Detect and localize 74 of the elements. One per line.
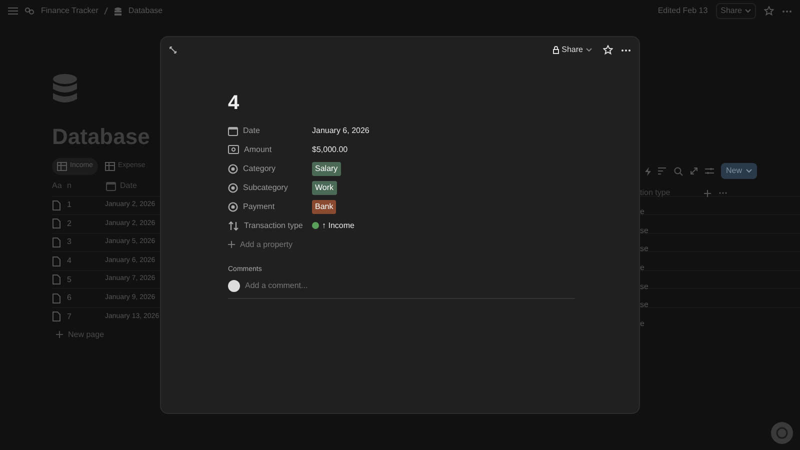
chevron-down-icon xyxy=(746,169,752,173)
add-column-icon[interactable] xyxy=(704,190,712,196)
page-icon xyxy=(52,292,61,304)
table-cell[interactable]: 5 xyxy=(67,274,105,286)
table-cell[interactable]: 4 xyxy=(67,255,105,268)
table-cell: e xyxy=(640,318,644,330)
property-value[interactable]: January 6, 2026 xyxy=(312,124,370,136)
share-button[interactable]: Share xyxy=(550,44,595,56)
select-tag[interactable]: Work xyxy=(312,180,337,194)
sort-icon[interactable] xyxy=(658,167,667,175)
star-icon[interactable] xyxy=(764,6,774,16)
help-button[interactable] xyxy=(771,422,793,444)
circle-icon xyxy=(228,182,238,192)
chevron-down-icon xyxy=(586,48,592,52)
page-icon xyxy=(52,311,61,322)
breadcrumb-link[interactable]: Finance Tracker xyxy=(41,5,98,17)
page-icon xyxy=(52,256,61,267)
chevron-down-icon xyxy=(745,9,751,13)
new-page-button[interactable]: New page xyxy=(52,326,104,344)
table-cell: e xyxy=(640,206,644,218)
database-icon xyxy=(114,6,122,16)
select-tag[interactable]: Salary xyxy=(312,162,341,176)
property-label[interactable]: Subcategory xyxy=(243,182,288,194)
menu-icon[interactable] xyxy=(8,7,18,15)
collapse-icon[interactable] xyxy=(169,46,177,54)
slash-separator-icon xyxy=(104,7,108,15)
page-icon xyxy=(52,274,61,286)
table-cell[interactable]: 2 xyxy=(67,218,105,230)
table-cell: se xyxy=(640,224,648,237)
plus-icon xyxy=(56,331,63,338)
people-icon xyxy=(24,6,35,16)
more-icon[interactable] xyxy=(621,48,631,52)
table-cell[interactable]: 1 xyxy=(67,199,105,212)
circle-icon xyxy=(228,202,238,212)
banknote-icon xyxy=(228,145,239,154)
breadcrumb-link[interactable]: Database xyxy=(128,5,163,17)
plus-icon xyxy=(228,241,235,248)
up-down-arrows-icon xyxy=(228,220,239,230)
property-label[interactable]: Category xyxy=(243,162,276,174)
property-label[interactable]: Amount xyxy=(244,144,272,156)
calendar-icon xyxy=(228,126,238,136)
table-cell: se xyxy=(640,243,648,256)
add-property-button[interactable]: Add a property xyxy=(228,235,575,254)
table-cell: e xyxy=(640,262,644,274)
sliders-icon[interactable] xyxy=(705,167,714,175)
table-cell: se xyxy=(640,280,648,293)
avatar xyxy=(228,280,240,292)
comment-field[interactable]: Add a comment... xyxy=(245,280,575,292)
database-icon xyxy=(52,74,78,104)
table-cell[interactable]: 3 xyxy=(67,236,105,248)
calendar-icon xyxy=(106,181,116,191)
circle-icon xyxy=(228,164,238,174)
property-value[interactable]: ↑ Income xyxy=(322,220,354,232)
lightning-icon[interactable] xyxy=(645,166,651,176)
select-tag[interactable]: Bank xyxy=(312,200,336,214)
expand-icon[interactable] xyxy=(690,167,698,175)
table-icon xyxy=(104,162,115,171)
table-cell[interactable]: 7 xyxy=(67,310,105,323)
page-icon xyxy=(52,236,61,248)
lock-icon xyxy=(552,46,559,54)
table-cell[interactable]: 6 xyxy=(67,292,105,304)
search-icon[interactable] xyxy=(674,166,683,176)
page-title: 4 xyxy=(228,93,240,113)
property-label[interactable]: Transaction type xyxy=(244,220,303,232)
page-icon xyxy=(52,218,61,230)
page-icon xyxy=(52,200,61,211)
table-cell: se xyxy=(640,299,648,312)
share-button[interactable]: Share xyxy=(716,3,756,19)
property-value[interactable]: $5,000.00 xyxy=(312,144,348,156)
edited-timestamp: Edited Feb 13 xyxy=(658,5,708,17)
new-button[interactable]: New xyxy=(721,163,758,179)
property-label[interactable]: Date xyxy=(243,124,260,136)
table-icon xyxy=(57,162,67,171)
property-label[interactable]: Payment xyxy=(243,200,275,212)
